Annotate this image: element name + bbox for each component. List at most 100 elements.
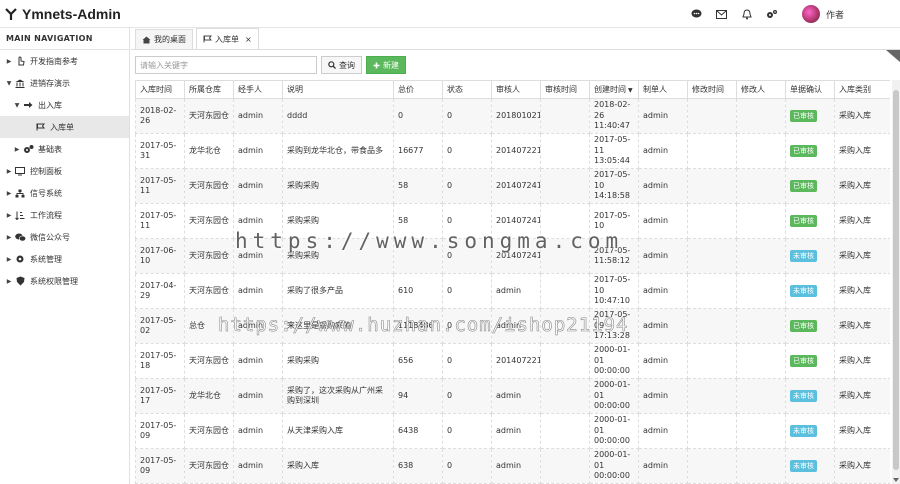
bell-icon[interactable] xyxy=(740,7,754,21)
caret-right-icon: ▶ xyxy=(6,167,12,175)
table-cell: 2017-05-11 xyxy=(135,203,185,239)
cell-text: 0 xyxy=(447,460,453,470)
table-row[interactable]: 2017-05-11 天河东园仓 admin 采购采购 58 0 2014072415 201… xyxy=(135,168,890,204)
column-header[interactable]: 修改人 xyxy=(736,80,786,99)
cell-text: 1118486 xyxy=(398,320,434,330)
cell-text: 2018010216 xyxy=(496,110,540,120)
query-button[interactable]: 查询 xyxy=(321,56,362,74)
table-cell: 0 xyxy=(442,98,492,134)
stock-in-table: 入库时间 所属仓库 经手人 说明 总价 状态 审核人 审核时间 创建时间 ▼ 制单人 修改时间 修改人 单… xyxy=(135,80,890,484)
table-cell: 610 xyxy=(393,273,443,309)
cell-text: 采购入库 xyxy=(839,355,871,365)
column-header[interactable]: 经手人 xyxy=(233,80,283,99)
sidebar-item[interactable]: ▼ 出入库 xyxy=(0,94,129,116)
scroll-thumb[interactable] xyxy=(893,90,899,470)
sidebar-item[interactable]: 入库单 xyxy=(0,116,129,138)
sidebar-item[interactable]: ▶ 微信公众号 xyxy=(0,226,129,248)
table-cell: admin xyxy=(233,168,283,204)
cell-text: 0 xyxy=(447,110,453,120)
status-badge: 未审核 xyxy=(790,284,817,298)
column-header[interactable]: 单据确认 xyxy=(785,80,835,99)
envelope-icon[interactable] xyxy=(715,7,729,21)
table-row[interactable]: 2017-04-29 天河东园仓 admin 采购了很多产品 610 0 admin 2017… xyxy=(135,273,890,309)
sidebar-item[interactable]: ▼ 进销存演示 xyxy=(0,72,129,94)
table-cell: 采购采购 xyxy=(282,238,394,274)
sidebar-item-label: 信号系统 xyxy=(30,188,62,198)
column-header[interactable]: 制单人 xyxy=(638,80,688,99)
table-cell: 采购入库 xyxy=(834,413,890,449)
cell-text: 采购入库 xyxy=(839,390,871,400)
column-header[interactable]: 修改时间 xyxy=(687,80,737,99)
column-header[interactable]: 状态 xyxy=(442,80,492,99)
table-cell: 0 xyxy=(442,413,492,449)
table-cell: 58 xyxy=(393,203,443,239)
table-row[interactable]: 2017-05-09 天河东园仓 admin 从天津采购入库 6438 0 admin 200… xyxy=(135,413,890,449)
cell-text: admin xyxy=(238,355,264,365)
table-cell xyxy=(736,203,786,239)
column-header[interactable]: 所属仓库 xyxy=(184,80,234,99)
sort-desc-icon[interactable]: ▼ xyxy=(628,87,633,94)
table-cell: 采购入库 xyxy=(834,273,890,309)
avatar[interactable] xyxy=(801,5,820,23)
gear-icon xyxy=(14,254,26,264)
add-button[interactable]: 新建 xyxy=(366,56,406,74)
sidebar-item[interactable]: ▶ 工作流程 xyxy=(0,204,129,226)
table-row[interactable]: 2017-06-10 天河东园仓 admin 采购采购 0 2014072415 2017-… xyxy=(135,238,890,274)
table-row[interactable]: 2017-05-02 总仓 admin 来这里是采购来的 1118486 0 admin 20… xyxy=(135,308,890,344)
cell-text: admin xyxy=(238,285,264,295)
column-header[interactable]: 总价 xyxy=(393,80,443,99)
vertical-scrollbar[interactable] xyxy=(892,80,900,484)
table-cell: 656 xyxy=(393,343,443,379)
gears-icon[interactable] xyxy=(765,7,779,21)
status-badge: 已审核 xyxy=(790,214,817,228)
tab-my-desktop[interactable]: 我的桌面 xyxy=(135,29,193,49)
tab-stock-in[interactable]: 入库单 × xyxy=(196,28,259,49)
table-cell: 2017-05-10 xyxy=(589,203,639,239)
table-cell xyxy=(540,378,590,414)
sidebar-item[interactable]: ▶ 控制面板 xyxy=(0,160,129,182)
table-row[interactable]: 2017-05-09 天河东园仓 admin 采购入库 638 0 admin 2000-01… xyxy=(135,448,890,484)
cell-text: 2014072415 xyxy=(496,250,540,260)
table-cell: admin xyxy=(233,238,283,274)
tab-bar: 我的桌面 入库单 × xyxy=(131,28,900,62)
table-cell: 2014072210 xyxy=(491,343,541,379)
table-cell: 已审核 xyxy=(785,308,835,344)
table-row[interactable]: 2017-05-17 龙华北仓 admin 采购了，这次采购从广州采购到深圳 94 0 ad… xyxy=(135,378,890,414)
cell-text: 天河东园仓 xyxy=(189,250,229,260)
chat-icon[interactable] xyxy=(690,7,704,21)
caret-down-icon: ▼ xyxy=(6,79,12,87)
brand[interactable]: Ymnets-Admin xyxy=(4,5,121,23)
close-icon[interactable]: × xyxy=(245,35,252,44)
sidebar-item[interactable]: ▶ 信号系统 xyxy=(0,182,129,204)
cell-text: admin xyxy=(238,180,264,190)
cell-text: admin xyxy=(238,425,264,435)
search-input[interactable] xyxy=(135,56,317,74)
sidebar-item[interactable]: ▶ 系统管理 xyxy=(0,248,129,270)
column-header[interactable]: 审核人 xyxy=(491,80,541,99)
column-header[interactable]: 入库时间 xyxy=(135,80,185,99)
sidebar-item[interactable]: ▶ 基础表 xyxy=(0,138,129,160)
table-cell: 未审核 xyxy=(785,378,835,414)
table-row[interactable]: 2017-05-31 龙华北仓 admin 采购到龙华北仓，带食品多 16677 0 201… xyxy=(135,133,890,169)
sidebar-item[interactable]: ▶ 系统权限管理 xyxy=(0,270,129,292)
table-row[interactable]: 2017-05-11 天河东园仓 admin 采购采购 58 0 2014072414 201… xyxy=(135,203,890,239)
panel-corner-marker xyxy=(886,50,900,62)
scroll-down-arrow-icon[interactable] xyxy=(893,478,899,482)
table-cell: 天河东园仓 xyxy=(184,168,234,204)
table-cell xyxy=(687,343,737,379)
column-header[interactable]: 审核时间 xyxy=(540,80,590,99)
cell-text: 2017-05-10 14:18:58 xyxy=(594,170,631,201)
user-name[interactable]: 作者 xyxy=(826,8,844,21)
cell-text: 天河东园仓 xyxy=(189,285,229,295)
sidebar-item-label: 基础表 xyxy=(38,144,62,154)
table-row[interactable]: 2018-02-26 天河东园仓 admin dddd 0 0 2018010216 2018… xyxy=(135,98,890,134)
table-row[interactable]: 2017-05-18 天河东园仓 admin 采购采购 656 0 2014072210 20… xyxy=(135,343,890,379)
column-header[interactable]: 创建时间 ▼ xyxy=(589,80,639,99)
sidebar-item[interactable]: ▶ 开发指南参考 xyxy=(0,50,129,72)
table-cell xyxy=(736,413,786,449)
column-header[interactable]: 说明 xyxy=(282,80,394,99)
cell-text: admin xyxy=(238,460,264,470)
caret-right-icon: ▶ xyxy=(6,277,12,285)
column-header[interactable]: 入库类别 xyxy=(834,80,890,99)
cell-text: 2017-05-18 xyxy=(140,350,177,371)
